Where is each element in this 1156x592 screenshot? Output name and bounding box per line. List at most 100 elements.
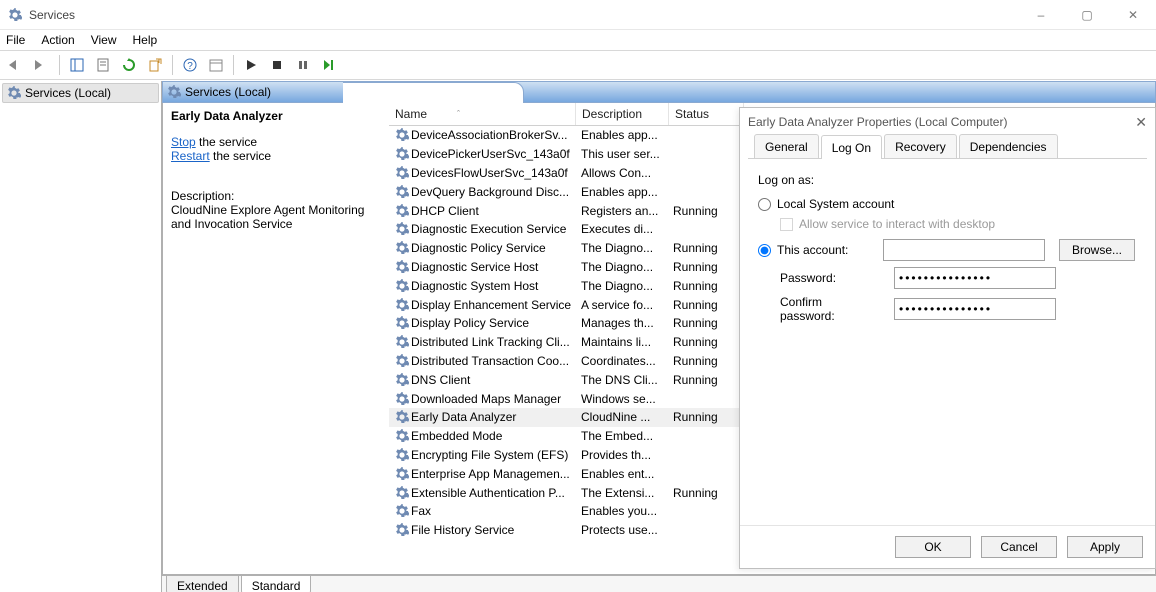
service-name-cell: Embedded Mode xyxy=(411,429,502,443)
cancel-button[interactable]: Cancel xyxy=(981,536,1057,558)
calendar-icon[interactable] xyxy=(204,53,228,77)
apply-button[interactable]: Apply xyxy=(1067,536,1143,558)
col-status[interactable]: Status xyxy=(669,103,744,125)
service-desc-cell: A service fo... xyxy=(575,298,667,312)
service-name-cell: DevicePickerUserSvc_143a0f xyxy=(411,147,570,161)
sort-asc-icon: ˆ xyxy=(457,109,460,119)
service-desc-cell: Provides th... xyxy=(575,448,667,462)
start-service-icon[interactable] xyxy=(239,53,263,77)
gear-icon xyxy=(395,316,409,330)
service-desc-cell: The Diagno... xyxy=(575,241,667,255)
service-status-cell: Running xyxy=(667,316,741,330)
radio-local-system[interactable] xyxy=(758,198,771,211)
service-desc-cell: Executes di... xyxy=(575,222,667,236)
service-name-cell: Enterprise App Managemen... xyxy=(411,467,570,481)
service-desc-cell: The Diagno... xyxy=(575,279,667,293)
service-status-cell: Running xyxy=(667,373,741,387)
service-desc-cell: This user ser... xyxy=(575,147,667,161)
gear-icon xyxy=(395,410,409,424)
tree-pane: Services (Local) xyxy=(0,81,162,592)
restart-service-icon[interactable] xyxy=(317,53,341,77)
menu-view[interactable]: View xyxy=(91,33,117,47)
service-desc-cell: Windows se... xyxy=(575,392,667,406)
stop-service-link[interactable]: Stop xyxy=(171,135,196,149)
gear-icon xyxy=(7,86,21,100)
help-icon[interactable]: ? xyxy=(178,53,202,77)
ok-button[interactable]: OK xyxy=(895,536,971,558)
refresh-icon[interactable] xyxy=(117,53,141,77)
gear-icon xyxy=(395,298,409,312)
service-name-cell: Display Enhancement Service xyxy=(411,298,571,312)
col-description[interactable]: Description xyxy=(576,103,669,125)
browse-button[interactable]: Browse... xyxy=(1059,239,1135,261)
confirm-password-input[interactable] xyxy=(894,298,1056,320)
gear-icon xyxy=(395,523,409,537)
gear-icon xyxy=(395,429,409,443)
service-desc-cell: Manages th... xyxy=(575,316,667,330)
service-desc-cell: Allows Con... xyxy=(575,166,667,180)
gear-icon xyxy=(395,279,409,293)
pane-header: Services (Local) xyxy=(162,81,1156,103)
svg-text:?: ? xyxy=(187,61,193,72)
service-desc-cell: Protects use... xyxy=(575,523,667,537)
properties-icon[interactable] xyxy=(91,53,115,77)
window-title: Services xyxy=(29,8,75,22)
tab-general[interactable]: General xyxy=(754,134,819,158)
tab-recovery[interactable]: Recovery xyxy=(884,134,957,158)
toolbar: ? xyxy=(0,50,1156,80)
service-desc-cell: The Extensi... xyxy=(575,486,667,500)
forward-button[interactable] xyxy=(30,53,54,77)
tab-dependencies[interactable]: Dependencies xyxy=(959,134,1058,158)
service-desc-cell: Maintains li... xyxy=(575,335,667,349)
service-desc-cell: CloudNine ... xyxy=(575,410,667,424)
tab-standard[interactable]: Standard xyxy=(241,576,312,592)
service-status-cell: Running xyxy=(667,260,741,274)
password-input[interactable] xyxy=(894,267,1056,289)
service-name-cell: Early Data Analyzer xyxy=(411,410,516,424)
service-desc-cell: Enables ent... xyxy=(575,467,667,481)
service-status-cell: Running xyxy=(667,335,741,349)
gear-icon xyxy=(395,467,409,481)
service-desc-cell: Enables app... xyxy=(575,128,667,142)
gear-icon xyxy=(395,222,409,236)
service-name-cell: Encrypting File System (EFS) xyxy=(411,448,568,462)
gear-icon xyxy=(395,392,409,406)
service-status-cell: Running xyxy=(667,486,741,500)
window-close[interactable]: ✕ xyxy=(1110,0,1156,29)
gear-icon xyxy=(395,185,409,199)
menu-help[interactable]: Help xyxy=(133,33,158,47)
service-name-cell: DNS Client xyxy=(411,373,470,387)
restart-service-link[interactable]: Restart xyxy=(171,149,210,163)
tab-extended[interactable]: Extended xyxy=(166,576,239,592)
description-text: CloudNine Explore Agent Monitoring and I… xyxy=(171,203,381,231)
service-status-cell: Running xyxy=(667,354,741,368)
titlebar: Services – ▢ ✕ xyxy=(0,0,1156,30)
app-icon xyxy=(6,6,24,24)
window-maximize[interactable]: ▢ xyxy=(1064,0,1110,29)
dialog-close[interactable]: ✕ xyxy=(1135,114,1147,131)
menu-action[interactable]: Action xyxy=(41,33,74,47)
col-name[interactable]: Nameˆ xyxy=(389,103,576,125)
showpane-icon[interactable] xyxy=(65,53,89,77)
service-name-cell: Diagnostic Policy Service xyxy=(411,241,546,255)
properties-dialog: Early Data Analyzer Properties (Local Co… xyxy=(739,107,1156,569)
account-input[interactable] xyxy=(883,239,1045,261)
stop-service-icon[interactable] xyxy=(265,53,289,77)
service-desc-cell: Enables you... xyxy=(575,504,667,518)
service-name-cell: Display Policy Service xyxy=(411,316,529,330)
gear-icon xyxy=(395,373,409,387)
window-minimize[interactable]: – xyxy=(1018,0,1064,29)
export-icon[interactable] xyxy=(143,53,167,77)
service-name-cell: Diagnostic Service Host xyxy=(411,260,538,274)
back-button[interactable] xyxy=(4,53,28,77)
tab-logon[interactable]: Log On xyxy=(821,135,882,159)
password-label: Password: xyxy=(780,271,880,285)
radio-this-account[interactable] xyxy=(758,244,771,257)
detail-pane: Early Data Analyzer Stop the service Res… xyxy=(163,103,389,574)
service-status-cell: Running xyxy=(667,298,741,312)
gear-icon xyxy=(395,448,409,462)
gear-icon xyxy=(395,204,409,218)
pause-service-icon[interactable] xyxy=(291,53,315,77)
tree-root[interactable]: Services (Local) xyxy=(2,83,159,103)
menu-file[interactable]: File xyxy=(6,33,25,47)
